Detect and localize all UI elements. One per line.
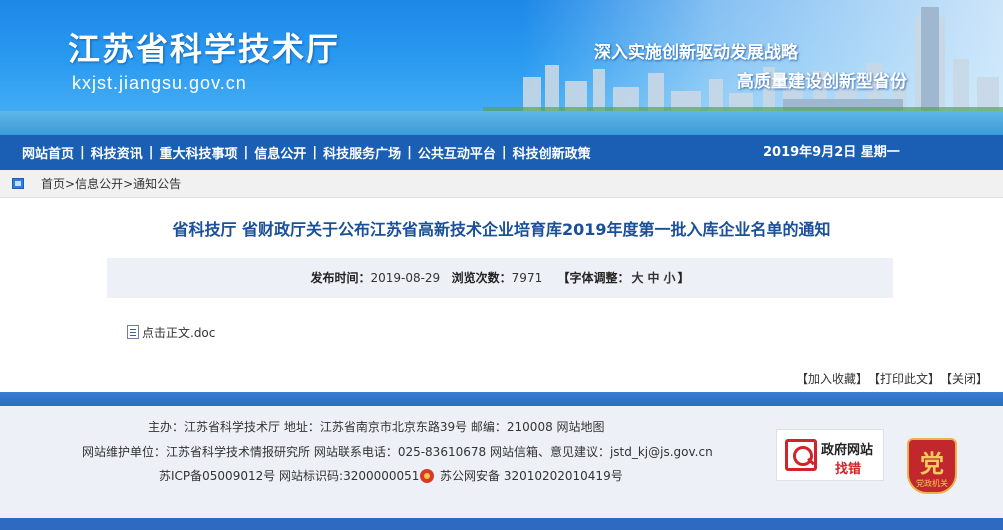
nav-separator: |	[501, 145, 507, 160]
footer-icp[interactable]: 苏ICP备05009012号 网站标识码:3200000051	[159, 467, 419, 484]
attachment-link[interactable]: 点击正文.doc	[142, 324, 215, 341]
footer-bottom-bar	[0, 518, 1003, 530]
view-count: 7971	[511, 271, 543, 285]
main-nav: 网站首页 | 科技资讯 | 重大科技事项 | 信息公开 | 科技服务广场 | 公…	[0, 135, 1003, 170]
breadcrumb: 首页>信息公开>通知公告	[41, 170, 181, 198]
publish-date: 2019-08-29	[370, 271, 441, 285]
nav-item-major-projects[interactable]: 重大科技事项	[160, 143, 238, 162]
nav-items: 网站首页 | 科技资讯 | 重大科技事项 | 信息公开 | 科技服务广场 | 公…	[22, 135, 591, 170]
font-size-large-button[interactable]: 大	[632, 271, 644, 285]
article-actions: 【加入收藏】 【打印此文】 【关闭】	[790, 370, 988, 387]
breadcrumb-separator: >	[65, 177, 76, 191]
party-government-badge[interactable]: 党 党政机关	[907, 438, 957, 494]
font-adjust-label: 【字体调整：	[557, 271, 630, 285]
site-title: 江苏省科学技术厅	[68, 30, 341, 68]
slogan-line-1: 深入实施创新驱动发展战略	[594, 43, 798, 63]
close-button[interactable]: 【关闭】	[946, 372, 988, 386]
article-meta: 发布时间：2019-08-29 浏览次数：7971 【字体调整：大中小】	[107, 258, 893, 298]
nav-item-service-plaza[interactable]: 科技服务广场	[323, 143, 401, 162]
nav-item-interaction-platform[interactable]: 公共互动平台	[418, 143, 496, 162]
nav-separator: |	[148, 145, 154, 160]
gov-website-find-error-badge[interactable]: 政府网站 找错	[776, 429, 884, 481]
nav-separator: |	[312, 145, 318, 160]
party-badge-emblem-icon: 党	[920, 450, 944, 478]
site-domain: kxjst.jiangsu.gov.cn	[72, 73, 247, 93]
breadcrumb-separator: >	[123, 177, 134, 191]
font-size-small-button[interactable]: 小	[664, 271, 676, 285]
publish-label: 发布时间：	[310, 271, 371, 285]
views-label: 浏览次数：	[451, 271, 512, 285]
article-title: 省科技厅 省财政厅关于公布江苏省高新技术企业培育库2019年度第一批入库企业名单…	[172, 220, 831, 239]
add-favorite-button[interactable]: 【加入收藏】	[796, 372, 868, 386]
nav-separator: |	[243, 145, 249, 160]
breadcrumb-home[interactable]: 首页	[41, 177, 65, 191]
nav-separator: |	[407, 145, 412, 160]
banner-water	[0, 111, 1003, 135]
font-adjust-close: 】	[677, 271, 690, 285]
breadcrumb-bar: 首页>信息公开>通知公告	[0, 170, 1003, 198]
gov-find-title: 政府网站	[821, 443, 874, 458]
nav-separator: |	[80, 145, 85, 160]
current-date: 2019年9月2日 星期一	[763, 145, 900, 160]
gov-find-subtitle: 找错	[835, 462, 862, 477]
police-badge-icon	[420, 469, 434, 483]
document-icon	[127, 325, 139, 339]
breadcrumb-info-disclosure[interactable]: 信息公开	[75, 177, 123, 191]
attachment: 点击正文.doc	[127, 324, 215, 340]
footer-maintainer-info: 网站维护单位：江苏省科学技术情报研究所 网站联系电话：025-83610678 …	[82, 445, 713, 459]
print-button[interactable]: 【打印此文】	[874, 372, 940, 386]
breadcrumb-icon	[12, 178, 24, 189]
nav-item-home[interactable]: 网站首页	[22, 143, 74, 162]
nav-item-info-disclosure[interactable]: 信息公开	[254, 143, 306, 162]
slogan-line-2: 高质量建设创新型省份	[737, 72, 907, 92]
nav-item-tech-news[interactable]: 科技资讯	[91, 143, 143, 162]
footer-police-text: 苏公网安备 32010202010419号	[440, 469, 623, 483]
header-banner: 江苏省科学技术厅 kxjst.jiangsu.gov.cn 深入实施创新驱动发展…	[0, 0, 1003, 135]
footer-host-info: 主办：江苏省科学技术厅 地址：江苏省南京市北京东路39号 邮编：210008 网…	[148, 420, 605, 434]
breadcrumb-notices[interactable]: 通知公告	[133, 177, 181, 191]
magnifier-icon	[785, 439, 817, 471]
nav-item-innovation-policy[interactable]: 科技创新政策	[513, 143, 591, 162]
party-badge-label: 党政机关	[916, 479, 948, 488]
font-size-medium-button[interactable]: 中	[648, 271, 660, 285]
footer-police-record[interactable]: 苏公网安备 32010202010419号	[420, 467, 623, 484]
footer-top-bar	[0, 392, 1003, 406]
